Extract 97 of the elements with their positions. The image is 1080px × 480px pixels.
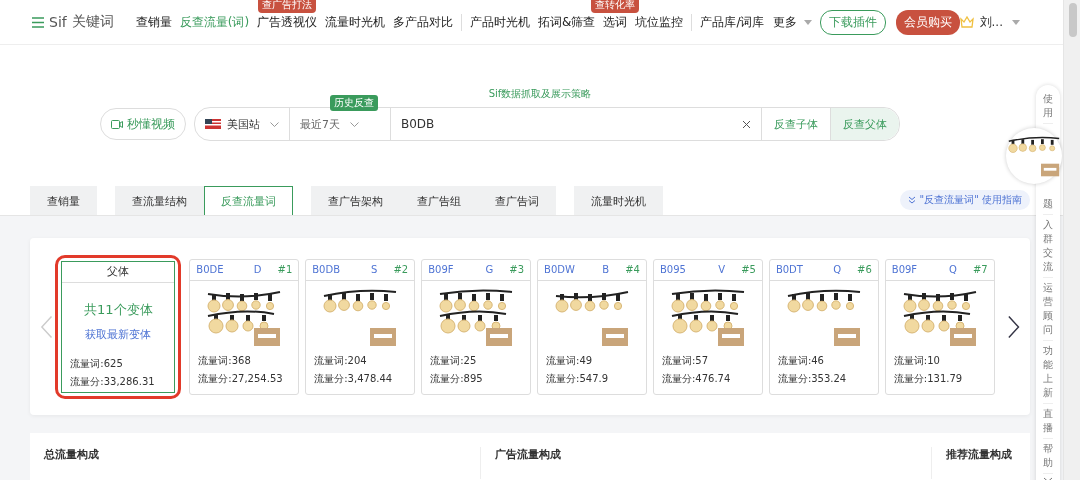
keyword-count: 流量词:25 bbox=[430, 353, 478, 368]
keyword-count: 流量词:204 bbox=[314, 353, 368, 368]
video-button[interactable]: 秒懂视频 bbox=[100, 108, 186, 140]
traffic-score: 流量分:547.9 bbox=[546, 371, 610, 386]
asin-input[interactable]: B0DB bbox=[391, 108, 762, 140]
section-title: 总流量构成 bbox=[44, 448, 99, 461]
variant-card[interactable]: B0DT Q #6 流量词:46 流量分:353.24 bbox=[768, 258, 879, 395]
guide-link[interactable]: "反查流量词" 使用指南 bbox=[899, 190, 1030, 210]
double-chevron-icon bbox=[907, 196, 916, 204]
asin-code-end: D bbox=[253, 264, 262, 275]
caret-icon[interactable] bbox=[803, 19, 812, 25]
traffic-score: 流量分:476.74 bbox=[661, 371, 732, 386]
nav-item[interactable]: 广告透视仪 bbox=[253, 13, 322, 31]
clear-icon[interactable] bbox=[742, 119, 751, 129]
side-menu-item[interactable]: 使用 bbox=[1043, 89, 1053, 124]
asin-code[interactable]: B09F bbox=[428, 264, 454, 275]
keyword-count: 流量词:10 bbox=[893, 353, 941, 368]
tab[interactable]: 查广告组 bbox=[400, 186, 478, 215]
side-menu-item[interactable]: 直播 bbox=[1043, 404, 1053, 439]
rank-label: #6 bbox=[857, 264, 872, 275]
subtitle-link[interactable]: Sif数据抓取及展示策略 bbox=[488, 87, 592, 101]
asin-code-end: B bbox=[602, 264, 610, 275]
keyword-count: 流量词:49 bbox=[546, 353, 594, 368]
rank-label: #2 bbox=[393, 264, 409, 275]
keyword-count: 流量词:368 bbox=[198, 353, 252, 368]
traffic-score: 流量分:27,254.53 bbox=[198, 371, 284, 386]
scrollbar[interactable] bbox=[1063, 0, 1080, 480]
chevron-down-icon[interactable] bbox=[270, 121, 279, 127]
menu-icon[interactable] bbox=[32, 16, 44, 28]
nav-item[interactable]: 坑位监控 bbox=[631, 13, 688, 31]
asin-code-end: Q bbox=[833, 264, 842, 275]
keyword-count: 流量词:625 bbox=[70, 356, 124, 371]
rank-label: #7 bbox=[972, 264, 988, 275]
caret-icon[interactable] bbox=[1012, 19, 1020, 25]
traffic-score: 流量分:131.79 bbox=[893, 371, 964, 386]
tab[interactable]: 流量时光机 bbox=[574, 186, 663, 215]
rank-label: #4 bbox=[625, 264, 640, 275]
rank-label: #1 bbox=[277, 264, 293, 275]
traffic-score: 流量分:353.24 bbox=[777, 371, 848, 386]
asin-code[interactable]: B0DE bbox=[196, 264, 224, 275]
section-title: 推荐流量构成 bbox=[946, 448, 1012, 461]
asin-code[interactable]: B0DT bbox=[775, 264, 803, 275]
nav-item[interactable]: 流量时光机 bbox=[321, 13, 390, 31]
nav-item[interactable]: 更多 bbox=[768, 13, 801, 31]
variant-card[interactable]: B0DB S #2 流量词:204 流量分:3,478.44 bbox=[305, 258, 416, 395]
side-menu-item[interactable]: 功能上新 bbox=[1043, 341, 1053, 404]
card-title: 父体 bbox=[62, 261, 175, 283]
tab[interactable]: 查广告词 bbox=[478, 186, 556, 215]
crown-icon bbox=[959, 16, 974, 28]
video-icon bbox=[111, 119, 123, 129]
variant-card[interactable]: B095 V #5 流量词:57 流量分:476.74 bbox=[652, 258, 763, 395]
nav-item[interactable]: 选词 bbox=[599, 13, 632, 31]
rank-label: #3 bbox=[509, 264, 525, 275]
buy-membership-button[interactable]: 会员购买 bbox=[895, 9, 960, 35]
nav-item[interactable]: 产品时光机 bbox=[461, 13, 535, 31]
asin-code[interactable]: B0DW bbox=[544, 264, 575, 275]
tab[interactable]: 查流量结构 bbox=[115, 186, 204, 215]
parent-card[interactable]: 父体 共11个变体 获取最新变体 流量词:625 流量分:33,286.31 bbox=[61, 260, 176, 393]
variant-card[interactable]: B09F G #3 流量词:25 流量分:895 bbox=[421, 258, 532, 395]
us-flag-icon bbox=[205, 119, 221, 129]
variant-card[interactable]: B09F Q #7 流量词:10 流量分:131.79 bbox=[884, 258, 995, 395]
traffic-score: 流量分:895 bbox=[430, 371, 484, 386]
user-name[interactable]: 刘... bbox=[979, 13, 1003, 31]
asin-code-end: V bbox=[718, 264, 726, 275]
logo-text: Sif bbox=[49, 14, 67, 30]
asin-code-end: G bbox=[485, 264, 494, 275]
traffic-score: 流量分:3,478.44 bbox=[314, 371, 394, 386]
tab[interactable]: 查销量 bbox=[30, 186, 97, 215]
nav-item[interactable]: 查销量 bbox=[131, 13, 176, 31]
variant-card[interactable]: B0DW B #4 流量词:49 流量分:547.9 bbox=[537, 258, 647, 395]
side-menu-item[interactable]: 题 bbox=[1043, 194, 1053, 215]
nav-item[interactable]: 产品库/词库 bbox=[691, 13, 769, 31]
side-menu-item[interactable]: 运营顾问 bbox=[1043, 278, 1053, 341]
asin-code[interactable]: B095 bbox=[659, 264, 686, 275]
variant-card[interactable]: B0DE D #1 流量词:368 流量分:27,254.53 bbox=[189, 258, 300, 395]
side-menu-item[interactable]: 帮助 bbox=[1043, 439, 1053, 474]
traffic-score: 流量分:33,286.31 bbox=[70, 374, 156, 389]
side-menu-item[interactable]: 入群交流 bbox=[1043, 215, 1053, 278]
nav-item[interactable]: 反查流量(词) bbox=[175, 13, 254, 31]
section-title: 广告流量构成 bbox=[495, 448, 561, 461]
keyword-count: 流量词:46 bbox=[777, 353, 825, 368]
asin-code-end: Q bbox=[949, 264, 957, 275]
asin-code[interactable]: B0DB bbox=[312, 264, 341, 275]
asin-code[interactable]: B09F bbox=[891, 264, 918, 275]
download-plugin-button[interactable]: 下载插件 bbox=[819, 9, 886, 35]
nav-item[interactable]: 多产品对比 bbox=[389, 13, 458, 31]
keyword-count: 流量词:57 bbox=[661, 353, 710, 368]
variant-count: 共11个变体 bbox=[84, 300, 153, 319]
tab[interactable]: 查广告架构 bbox=[311, 186, 400, 215]
nav-item[interactable]: 拓词&筛查 bbox=[534, 13, 600, 31]
refresh-variants-link[interactable]: 获取最新变体 bbox=[85, 326, 152, 342]
asin-code-end: S bbox=[371, 264, 378, 275]
chevron-down-icon[interactable] bbox=[350, 121, 359, 127]
rank-label: #5 bbox=[741, 264, 756, 275]
logo-subtitle: 关键词 bbox=[71, 13, 114, 31]
tab[interactable]: 反查流量词 bbox=[204, 186, 293, 215]
site-select[interactable]: 美国站 bbox=[195, 108, 290, 140]
